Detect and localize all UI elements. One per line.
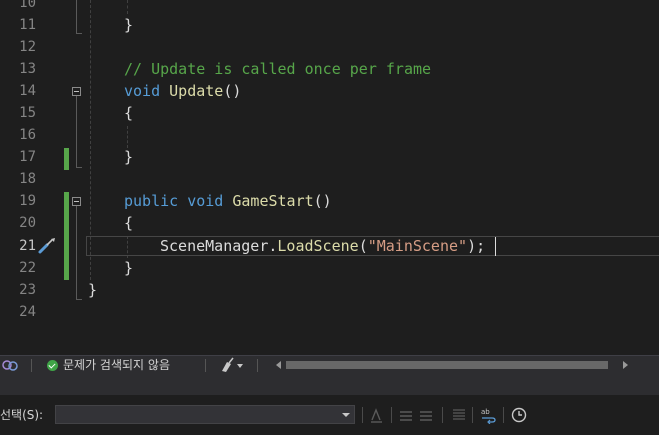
code-line: 20 { — [0, 212, 659, 234]
closing-brace: } — [124, 148, 134, 166]
separator — [257, 359, 258, 372]
line-number: 11 — [19, 17, 36, 33]
code-line: 22 } — [0, 257, 659, 279]
open-paren: ( — [358, 237, 368, 255]
separator — [205, 359, 206, 372]
code-editor[interactable]: 10 11 } 12 13 // Update is called once p… — [0, 0, 659, 355]
opening-brace: { — [124, 214, 134, 232]
method-name-update: Update — [169, 82, 224, 100]
code-line: 19 public void GameStart() — [0, 190, 659, 212]
editor-status-bar: 문제가 검색되지 않음 — [0, 355, 659, 375]
line-number: 14 — [19, 83, 36, 99]
next-message-icon[interactable] — [418, 406, 436, 424]
code-line: 16 — [0, 124, 659, 146]
find-in-output-icon[interactable] — [368, 406, 386, 424]
line-number: 16 — [19, 127, 36, 143]
code-line: 13 // Update is called once per frame — [0, 58, 659, 80]
separator — [472, 407, 473, 423]
line-number: 22 — [19, 260, 36, 276]
class-scenemanager: SceneManager — [160, 237, 269, 255]
select-label: 선택(S): — [0, 408, 44, 422]
line-number: 10 — [19, 0, 36, 11]
keyword-void: void — [124, 82, 161, 100]
closing-brace: } — [88, 281, 98, 299]
parens: () — [313, 192, 332, 210]
code-cleanup-brush-icon[interactable] — [219, 356, 247, 375]
line-number: 18 — [19, 171, 36, 187]
separator — [391, 407, 392, 423]
output-source-dropdown[interactable] — [55, 405, 355, 424]
issues-status-text[interactable]: 문제가 검색되지 않음 — [63, 356, 170, 375]
output-panel-toolbar: 선택(S): ab — [0, 395, 659, 435]
line-number: 12 — [19, 39, 36, 55]
code-line: 11 } — [0, 14, 659, 36]
line-number: 13 — [19, 61, 36, 77]
method-name-gamestart: GameStart — [232, 192, 314, 210]
separator — [442, 407, 443, 423]
code-line: 12 — [0, 36, 659, 58]
close-paren-semicolon: ); — [467, 237, 486, 255]
scroll-right-arrow[interactable] — [623, 361, 628, 369]
chevron-down-icon — [342, 413, 350, 417]
separator — [31, 359, 32, 372]
code-line: 15 { — [0, 102, 659, 124]
keyword-void: void — [187, 192, 224, 210]
line-number: 15 — [19, 105, 36, 121]
line-number: 17 — [19, 149, 36, 165]
closing-brace: } — [124, 259, 134, 277]
previous-message-icon[interactable] — [398, 406, 416, 424]
text-caret — [495, 237, 496, 256]
line-number: 19 — [19, 193, 36, 209]
line-number: 23 — [19, 282, 36, 298]
closing-brace: } — [124, 16, 134, 34]
code-comment: // Update is called once per frame — [124, 60, 432, 78]
word-wrap-icon[interactable]: ab — [480, 406, 498, 425]
line-number: 20 — [19, 215, 36, 231]
parens: () — [223, 82, 242, 100]
svg-text:ab: ab — [481, 408, 490, 416]
code-line: 14 void Update() — [0, 80, 659, 102]
separator — [503, 407, 504, 423]
opening-brace: { — [124, 104, 134, 122]
line-number: 21 — [19, 238, 36, 254]
check-circle-icon — [47, 360, 58, 371]
scrollbar-thumb[interactable] — [286, 361, 608, 369]
code-line: 23 } — [0, 279, 659, 301]
clear-all-icon[interactable] — [450, 406, 468, 424]
string-literal: "MainScene" — [367, 237, 468, 255]
panel-header — [0, 375, 659, 395]
code-line: 24 — [0, 301, 659, 323]
quick-actions-screwdriver-icon[interactable] — [37, 236, 59, 256]
code-line: 10 — [0, 0, 659, 14]
code-line-current[interactable]: 21 SceneManager.LoadScene("MainScene"); — [0, 235, 659, 257]
scroll-left-arrow[interactable] — [276, 361, 281, 369]
method-loadscene: LoadScene — [277, 237, 359, 255]
keyword-public: public — [124, 192, 179, 210]
line-number: 24 — [19, 304, 36, 320]
clock-icon[interactable] — [510, 406, 528, 424]
code-line: 17 } — [0, 146, 659, 168]
code-line: 18 — [0, 168, 659, 190]
separator — [362, 407, 363, 423]
horizontal-scrollbar[interactable] — [286, 361, 608, 369]
copilot-icon[interactable] — [2, 356, 20, 375]
